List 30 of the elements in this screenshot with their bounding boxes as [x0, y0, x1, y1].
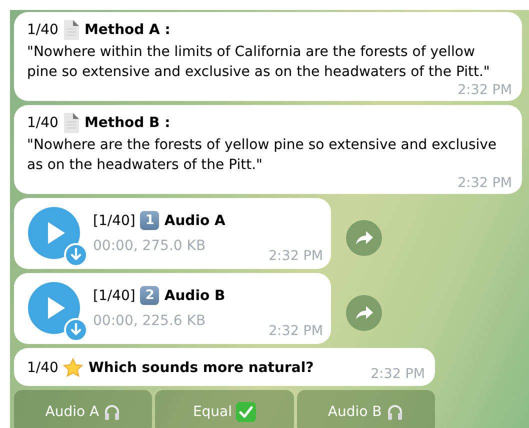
message-title: Method B : — [84, 115, 170, 131]
message-counter: 1/40 — [27, 360, 58, 376]
message-counter: [1/40] — [93, 288, 136, 304]
message-time: 2:32 PM — [268, 323, 323, 339]
message-title: Method A : — [84, 22, 170, 38]
message-time: 2:32 PM — [458, 175, 512, 191]
number-keycap: 1 — [140, 211, 160, 230]
document-icon — [63, 20, 80, 40]
message-counter: 1/40 — [27, 115, 58, 131]
headphones-icon — [386, 403, 404, 421]
message-time: 2:32 PM — [458, 82, 512, 98]
star-icon — [63, 358, 84, 378]
check-icon — [236, 402, 256, 422]
message-time: 2:32 PM — [268, 248, 323, 264]
message-counter: [1/40] — [93, 212, 136, 228]
question-text: Which sounds more natural? — [88, 360, 314, 376]
answer-button[interactable]: Audio A — [14, 390, 152, 428]
message-time: 2:32 PM — [370, 366, 425, 382]
audio-title: Audio B — [164, 288, 226, 304]
audio-title: Audio A — [164, 212, 226, 228]
message-text: "Nowhere are the forests of yellow pine so extensive and exclusive as on the headwaters of the Pitt." — [27, 136, 498, 175]
answer-button[interactable]: Equal — [155, 390, 294, 428]
message-text: "Nowhere within the limits of California are the forests of yellow pine so extensive and exclusive as on the headwaters of the Pitt." — [27, 43, 491, 82]
answer-button[interactable]: Audio B — [296, 390, 435, 428]
audio-details: 00:00, 225.6 KB — [93, 313, 207, 329]
message-counter: 1/40 — [27, 22, 58, 38]
number-keycap: 2 — [140, 286, 160, 305]
document-icon — [63, 113, 80, 133]
audio-details: 00:00, 275.0 KB — [93, 238, 207, 254]
headphones-icon — [103, 403, 122, 421]
